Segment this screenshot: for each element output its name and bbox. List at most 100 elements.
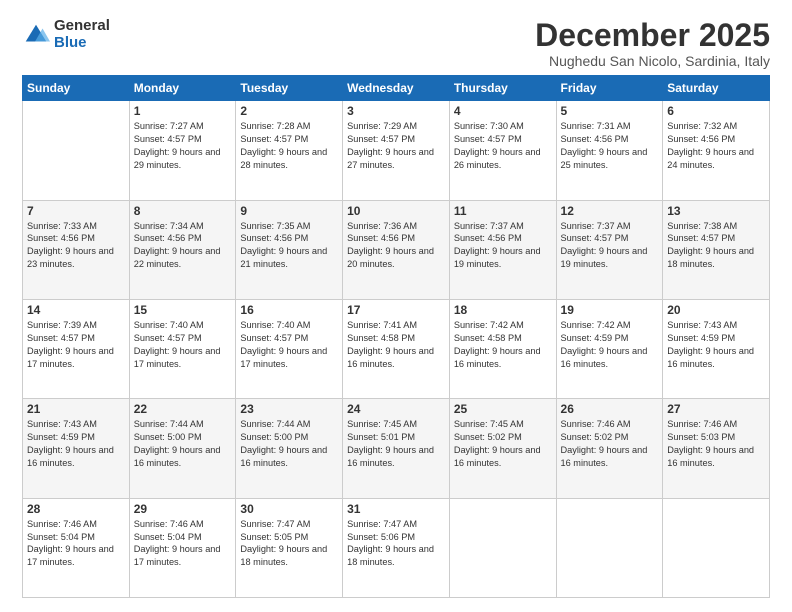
- day-number: 3: [347, 104, 445, 118]
- day-number: 22: [134, 402, 232, 416]
- col-header-friday: Friday: [556, 76, 663, 101]
- calendar-cell: 10 Sunrise: 7:36 AMSunset: 4:56 PMDayligh…: [343, 200, 450, 299]
- cell-info: Sunrise: 7:30 AMSunset: 4:57 PMDaylight:…: [454, 120, 552, 172]
- col-header-sunday: Sunday: [23, 76, 130, 101]
- week-row-2: 14Sunrise: 7:39 AMSunset: 4:57 PMDayligh…: [23, 299, 770, 398]
- cell-info: Sunrise: 7:36 AMSunset: 4:56 PMDaylight:…: [347, 220, 445, 272]
- cell-info: Sunrise: 7:45 AMSunset: 5:02 PMDaylight:…: [454, 418, 552, 470]
- calendar-cell: 5 Sunrise: 7:31 AMSunset: 4:56 PMDaylight…: [556, 101, 663, 200]
- cell-info: Sunrise: 7:29 AMSunset: 4:57 PMDaylight:…: [347, 120, 445, 172]
- calendar-cell: 27 Sunrise: 7:46 AMSunset: 5:03 PMDayligh…: [663, 399, 770, 498]
- day-number: 15: [134, 303, 232, 317]
- calendar-cell: 4Sunrise: 7:30 AMSunset: 4:57 PMDaylight…: [449, 101, 556, 200]
- calendar-cell: 31 Sunrise: 7:47 AMSunset: 5:06 PMDayligh…: [343, 498, 450, 597]
- cell-info: Sunrise: 7:41 AMSunset: 4:58 PMDaylight:…: [347, 319, 445, 371]
- calendar-cell: [449, 498, 556, 597]
- cell-info: Sunrise: 7:31 AMSunset: 4:56 PMDaylight:…: [561, 120, 659, 172]
- day-number: 19: [561, 303, 659, 317]
- cell-info: Sunrise: 7:44 AMSunset: 5:00 PMDaylight:…: [134, 418, 232, 470]
- cell-info: Sunrise: 7:37 AMSunset: 4:56 PMDaylight:…: [454, 220, 552, 272]
- cell-info: Sunrise: 7:34 AMSunset: 4:56 PMDaylight:…: [134, 220, 232, 272]
- calendar-cell: 8 Sunrise: 7:34 AMSunset: 4:56 PMDaylight…: [129, 200, 236, 299]
- day-number: 11: [454, 204, 552, 218]
- calendar-cell: [556, 498, 663, 597]
- logo-text: General Blue: [54, 18, 110, 51]
- day-number: 30: [240, 502, 338, 516]
- cell-info: Sunrise: 7:42 AMSunset: 4:58 PMDaylight:…: [454, 319, 552, 371]
- cell-info: Sunrise: 7:28 AMSunset: 4:57 PMDaylight:…: [240, 120, 338, 172]
- col-header-wednesday: Wednesday: [343, 76, 450, 101]
- day-number: 7: [27, 204, 125, 218]
- day-number: 31: [347, 502, 445, 516]
- subtitle: Nughedu San Nicolo, Sardinia, Italy: [535, 53, 770, 69]
- calendar-cell: 11 Sunrise: 7:37 AMSunset: 4:56 PMDayligh…: [449, 200, 556, 299]
- cell-info: Sunrise: 7:38 AMSunset: 4:57 PMDaylight:…: [667, 220, 765, 272]
- logo-icon: [22, 21, 50, 49]
- page: General Blue December 2025 Nughedu San N…: [0, 0, 792, 612]
- calendar-cell: 12Sunrise: 7:37 AMSunset: 4:57 PMDayligh…: [556, 200, 663, 299]
- day-number: 10: [347, 204, 445, 218]
- calendar-cell: 21 Sunrise: 7:43 AMSunset: 4:59 PMDayligh…: [23, 399, 130, 498]
- week-row-0: 1Sunrise: 7:27 AMSunset: 4:57 PMDaylight…: [23, 101, 770, 200]
- logo-general: General: [54, 18, 110, 35]
- calendar-cell: 1Sunrise: 7:27 AMSunset: 4:57 PMDaylight…: [129, 101, 236, 200]
- calendar-header-row: SundayMondayTuesdayWednesdayThursdayFrid…: [23, 76, 770, 101]
- col-header-thursday: Thursday: [449, 76, 556, 101]
- logo: General Blue: [22, 18, 110, 51]
- calendar-cell: 2 Sunrise: 7:28 AMSunset: 4:57 PMDaylight…: [236, 101, 343, 200]
- cell-info: Sunrise: 7:47 AMSunset: 5:05 PMDaylight:…: [240, 518, 338, 570]
- day-number: 6: [667, 104, 765, 118]
- cell-info: Sunrise: 7:27 AMSunset: 4:57 PMDaylight:…: [134, 120, 232, 172]
- day-number: 17: [347, 303, 445, 317]
- day-number: 25: [454, 402, 552, 416]
- calendar-cell: 20Sunrise: 7:43 AMSunset: 4:59 PMDayligh…: [663, 299, 770, 398]
- cell-info: Sunrise: 7:47 AMSunset: 5:06 PMDaylight:…: [347, 518, 445, 570]
- day-number: 2: [240, 104, 338, 118]
- calendar-cell: 26 Sunrise: 7:46 AMSunset: 5:02 PMDayligh…: [556, 399, 663, 498]
- cell-info: Sunrise: 7:45 AMSunset: 5:01 PMDaylight:…: [347, 418, 445, 470]
- day-number: 8: [134, 204, 232, 218]
- calendar-cell: 7 Sunrise: 7:33 AMSunset: 4:56 PMDaylight…: [23, 200, 130, 299]
- calendar-cell: 14Sunrise: 7:39 AMSunset: 4:57 PMDayligh…: [23, 299, 130, 398]
- calendar-cell: 19 Sunrise: 7:42 AMSunset: 4:59 PMDayligh…: [556, 299, 663, 398]
- calendar-cell: [23, 101, 130, 200]
- calendar-cell: 25 Sunrise: 7:45 AMSunset: 5:02 PMDayligh…: [449, 399, 556, 498]
- day-number: 18: [454, 303, 552, 317]
- cell-info: Sunrise: 7:46 AMSunset: 5:03 PMDaylight:…: [667, 418, 765, 470]
- calendar-cell: 9Sunrise: 7:35 AMSunset: 4:56 PMDaylight…: [236, 200, 343, 299]
- calendar-cell: [663, 498, 770, 597]
- cell-info: Sunrise: 7:33 AMSunset: 4:56 PMDaylight:…: [27, 220, 125, 272]
- calendar-cell: 15 Sunrise: 7:40 AMSunset: 4:57 PMDayligh…: [129, 299, 236, 398]
- calendar-cell: 28 Sunrise: 7:46 AMSunset: 5:04 PMDayligh…: [23, 498, 130, 597]
- cell-info: Sunrise: 7:46 AMSunset: 5:04 PMDaylight:…: [134, 518, 232, 570]
- calendar-cell: 24 Sunrise: 7:45 AMSunset: 5:01 PMDayligh…: [343, 399, 450, 498]
- day-number: 23: [240, 402, 338, 416]
- header: General Blue December 2025 Nughedu San N…: [22, 18, 770, 69]
- main-title: December 2025: [535, 18, 770, 53]
- calendar-cell: 18 Sunrise: 7:42 AMSunset: 4:58 PMDayligh…: [449, 299, 556, 398]
- cell-info: Sunrise: 7:46 AMSunset: 5:04 PMDaylight:…: [27, 518, 125, 570]
- day-number: 16: [240, 303, 338, 317]
- cell-info: Sunrise: 7:40 AMSunset: 4:57 PMDaylight:…: [134, 319, 232, 371]
- cell-info: Sunrise: 7:46 AMSunset: 5:02 PMDaylight:…: [561, 418, 659, 470]
- cell-info: Sunrise: 7:42 AMSunset: 4:59 PMDaylight:…: [561, 319, 659, 371]
- cell-info: Sunrise: 7:43 AMSunset: 4:59 PMDaylight:…: [667, 319, 765, 371]
- day-number: 29: [134, 502, 232, 516]
- day-number: 13: [667, 204, 765, 218]
- cell-info: Sunrise: 7:39 AMSunset: 4:57 PMDaylight:…: [27, 319, 125, 371]
- calendar-cell: 29 Sunrise: 7:46 AMSunset: 5:04 PMDayligh…: [129, 498, 236, 597]
- day-number: 5: [561, 104, 659, 118]
- day-number: 24: [347, 402, 445, 416]
- col-header-saturday: Saturday: [663, 76, 770, 101]
- day-number: 27: [667, 402, 765, 416]
- calendar-cell: 6Sunrise: 7:32 AMSunset: 4:56 PMDaylight…: [663, 101, 770, 200]
- col-header-tuesday: Tuesday: [236, 76, 343, 101]
- day-number: 28: [27, 502, 125, 516]
- day-number: 21: [27, 402, 125, 416]
- week-row-4: 28 Sunrise: 7:46 AMSunset: 5:04 PMDayligh…: [23, 498, 770, 597]
- cell-info: Sunrise: 7:43 AMSunset: 4:59 PMDaylight:…: [27, 418, 125, 470]
- cell-info: Sunrise: 7:35 AMSunset: 4:56 PMDaylight:…: [240, 220, 338, 272]
- day-number: 26: [561, 402, 659, 416]
- cell-info: Sunrise: 7:37 AMSunset: 4:57 PMDaylight:…: [561, 220, 659, 272]
- calendar-cell: 3 Sunrise: 7:29 AMSunset: 4:57 PMDaylight…: [343, 101, 450, 200]
